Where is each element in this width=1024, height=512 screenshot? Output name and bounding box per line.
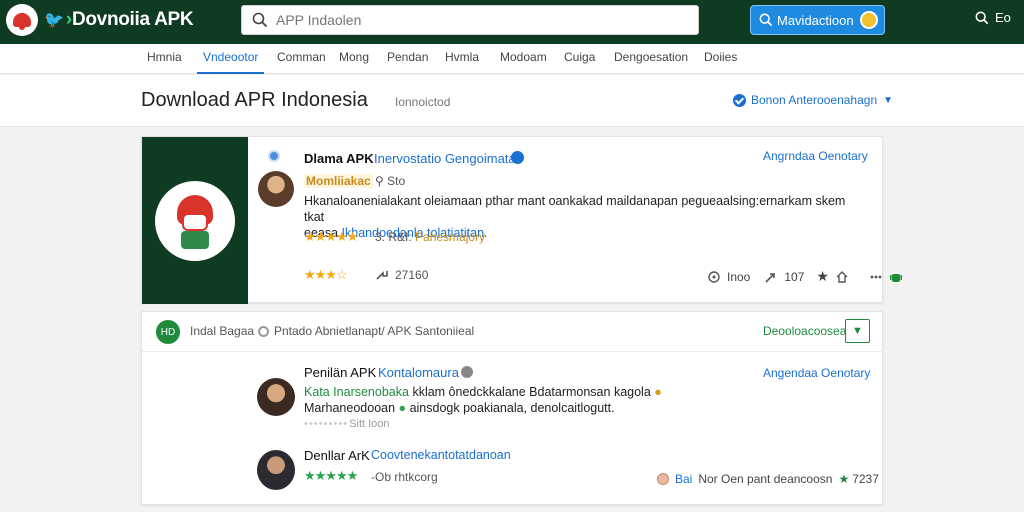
review-title[interactable]: Denllar ArK	[304, 448, 370, 463]
star-icon[interactable]: ★	[816, 268, 829, 285]
search-icon	[252, 12, 268, 28]
tab-modoam[interactable]: Modoam	[494, 44, 553, 74]
view-count: Inoo	[727, 269, 751, 284]
verified-dot-icon	[268, 150, 280, 162]
tab-mong[interactable]: Mong	[333, 44, 375, 74]
share-arrow-icon	[376, 271, 388, 280]
home-icon[interactable]	[835, 270, 849, 284]
review-footer: Bai Nor Oen pant deancoosn ★ 7237	[657, 472, 879, 486]
review-link[interactable]: Kontalomaura	[378, 365, 459, 380]
user-face-icon	[657, 473, 669, 485]
primary-search-button[interactable]: Mavidactioon	[750, 5, 885, 35]
android-icon[interactable]	[889, 270, 903, 284]
tab-hvmla[interactable]: Hvmla	[439, 44, 485, 74]
tab-comman[interactable]: Comman	[271, 44, 332, 74]
share-count: 107	[784, 269, 805, 284]
expand-button[interactable]: ▼	[845, 319, 870, 343]
hd-badge-icon: HD	[156, 320, 180, 344]
rating-stars: ★★★★★	[304, 229, 358, 244]
review-meta: -Ob rhtkcorg	[371, 470, 438, 484]
info-dot-icon	[461, 366, 473, 378]
search-icon	[759, 13, 773, 27]
reviewer-avatar[interactable]	[257, 450, 295, 490]
review-title[interactable]: Penilän APK	[304, 365, 376, 380]
page-header: Download APR Indonesia Ionnoictod Bonon …	[0, 75, 1024, 127]
top-search-button[interactable]: Eo	[975, 10, 1011, 25]
share-icon[interactable]	[764, 270, 778, 284]
reviews-label: Indal Bagaa	[190, 324, 255, 338]
tab-hmnia[interactable]: Hmnia	[141, 44, 188, 74]
more-icon[interactable]	[869, 270, 883, 284]
site-title: ›Dovnoiia APK	[65, 9, 194, 30]
top-bar: 🐦 ›Dovnoiia APK Mavidactioon Eo	[0, 0, 1024, 44]
review-meta: • • • • • • • • • Sitt Ioon	[304, 418, 390, 430]
review-right-link[interactable]: Angendaa Oenotary	[763, 366, 870, 380]
verified-badge-icon	[511, 151, 524, 164]
chevron-down-icon: ▼	[883, 94, 894, 106]
page-subtitle: Ionnoictod	[395, 95, 451, 109]
card-right-link[interactable]: Angrndaa Oenotary	[763, 149, 868, 163]
rating-stars-small: ★★★☆	[304, 267, 348, 282]
card-actions: Inoo 107 ★	[707, 268, 903, 285]
tab-vndeootor[interactable]: Vndeootor	[197, 44, 265, 74]
search-bar[interactable]	[241, 5, 699, 35]
tab-cuiga[interactable]: Cuiga	[558, 44, 601, 74]
author-avatar[interactable]	[258, 171, 294, 207]
developer-link[interactable]: Inervostatio Gengoimata	[374, 151, 516, 166]
tab-doiies[interactable]: Doiies	[698, 44, 743, 74]
tab-dengoesation[interactable]: Dengoesation	[608, 44, 694, 74]
breadcrumb[interactable]: Pntado Abnietlanapt/ APK Santoniieal	[258, 324, 474, 338]
search-icon	[975, 11, 989, 24]
mascot-logo-icon	[6, 4, 38, 36]
user-avatar[interactable]	[859, 11, 878, 29]
bird-icon: 🐦	[44, 12, 64, 29]
app-card[interactable]: Dlama APK Inervostatio Gengoimata Angrnd…	[141, 136, 902, 304]
search-input[interactable]	[276, 12, 676, 28]
reviews-action-link[interactable]: Deooloacoosea	[763, 324, 846, 338]
logo[interactable]: 🐦 ›Dovnoiia APK	[6, 4, 194, 36]
star-icon[interactable]: ★	[838, 472, 849, 486]
app-thumbnail[interactable]	[142, 137, 248, 304]
page-title: Download APR Indonesia	[141, 89, 368, 111]
author-tag: Momliiakac	[304, 174, 373, 188]
primary-button-label: Mavidactioon	[777, 12, 854, 28]
download-count: 27160	[375, 268, 428, 282]
reviews-header: HD Indal Bagaa Pntado Abnietlanapt/ APK …	[142, 312, 884, 352]
tab-pendan[interactable]: Pendan	[381, 44, 434, 74]
author-meta: ⚲ Sto	[375, 174, 406, 188]
top-search-label: Eo	[995, 10, 1011, 25]
check-circle-icon	[733, 93, 746, 107]
eye-icon[interactable]	[707, 270, 721, 284]
emoji-icon: ●	[398, 401, 407, 415]
circle-icon	[258, 325, 269, 337]
review-text: Kata Inarsenobaka kklam ônedckkalane Bda…	[304, 385, 662, 415]
app-title[interactable]: Dlama APK	[304, 151, 374, 166]
rating-text: 3. R&I: Pahesmajory	[375, 230, 486, 244]
sort-dropdown[interactable]: Bonon Anterooenahagn ▼	[733, 93, 893, 107]
reviews-card: HD Indal Bagaa Pntado Abnietlanapt/ APK …	[141, 311, 884, 505]
emoji-icon: ●	[654, 385, 662, 399]
rating-stars: ★★★★★	[304, 468, 358, 483]
mascot-icon	[155, 180, 235, 261]
review-link[interactable]: Coovtenekantotatdanoan	[371, 448, 511, 462]
category-nav: Hmnia Vndeootor Comman Mong Pendan Hvmla…	[0, 44, 1024, 74]
sort-label: Bonon Anterooenahagn	[751, 93, 878, 107]
reviewer-avatar[interactable]	[257, 378, 295, 416]
